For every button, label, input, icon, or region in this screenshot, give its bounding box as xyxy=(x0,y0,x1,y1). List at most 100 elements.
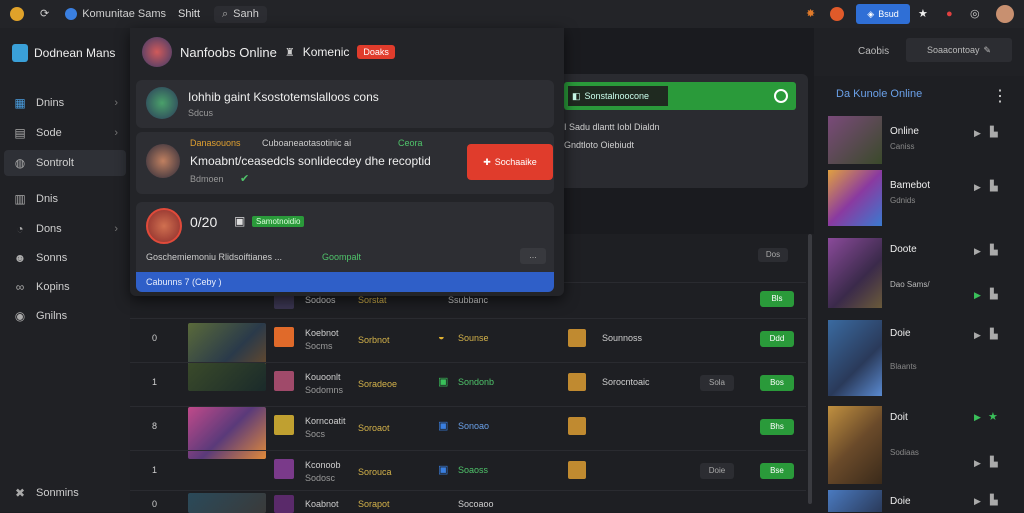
compass-icon: ◔ xyxy=(16,222,24,236)
notification-item[interactable]: 0/20 ▣ Samotnoidio Goschemiemoniu Rlidso… xyxy=(136,202,554,292)
game-icon xyxy=(274,459,294,479)
row-badge: Sounse xyxy=(458,333,489,343)
row-name: Koebnot xyxy=(305,328,339,338)
sidebar-item-kopins[interactable]: ∞ Kopins xyxy=(4,274,126,300)
notification-bar[interactable]: Cabunns 7 (Ceby ) xyxy=(136,272,554,292)
game-thumbnail xyxy=(828,320,882,396)
row-badge: Sondonb xyxy=(458,377,495,387)
sidebar-item-dnis[interactable]: ▥ Dnis xyxy=(4,186,126,212)
play-icon[interactable]: ▶ xyxy=(974,330,981,341)
scrollbar[interactable] xyxy=(808,234,812,504)
row-secondary-button[interactable]: Sola xyxy=(700,375,734,391)
row-index: 8 xyxy=(152,421,158,431)
app-tab[interactable]: Komunitae Sams xyxy=(65,8,166,20)
avatar[interactable] xyxy=(142,37,172,67)
notification-title: Iohhib gaint Ksostotemslalloos cons xyxy=(188,90,379,104)
list-item[interactable]: Doie Blaants ▶ ▙ xyxy=(814,320,1024,398)
play-icon[interactable]: ▶ xyxy=(974,128,981,139)
notification-item[interactable]: Iohhib gaint Ksostotemslalloos cons Sdcu… xyxy=(136,80,554,128)
row-char: Sorocntoaic xyxy=(602,377,650,387)
list-item[interactable]: Doit Sodiaas ▶ ★ ▶ ▙ xyxy=(814,404,1024,484)
bag-icon[interactable]: ▙ xyxy=(990,495,998,506)
notification-meta3: Ceora xyxy=(398,138,423,148)
puzzle-icon[interactable]: ✸ xyxy=(806,6,815,22)
primary-action-button[interactable]: ◈ Bsud xyxy=(856,4,910,24)
panel-header-right[interactable]: Soaacontoay ✎ xyxy=(906,38,1012,62)
star-icon[interactable]: ★ xyxy=(988,410,998,423)
row-action-button[interactable]: Bhs xyxy=(760,419,794,435)
panel-header-left[interactable]: Caobis xyxy=(858,46,889,57)
sidebar-item-sontrolt[interactable]: ◍ Sontrolt xyxy=(4,150,126,176)
game-thumbnail xyxy=(828,490,882,512)
sidebar-item-gnilns[interactable]: ◉ Gnilns xyxy=(4,303,126,329)
trophy-icon: ♜ xyxy=(284,46,295,59)
gift-icon: ▣ xyxy=(234,214,246,228)
avatar[interactable] xyxy=(996,5,1014,23)
char-icon xyxy=(568,417,586,435)
tab-label[interactable]: Shitt xyxy=(178,8,200,20)
more-button[interactable]: ... xyxy=(520,248,546,264)
notification-text-green: Goompalt xyxy=(322,252,362,262)
refresh-icon[interactable]: ⟳ xyxy=(40,6,49,22)
notification-action-button[interactable]: ✚ Sochaaike xyxy=(467,144,553,180)
search-box[interactable]: ⌕ Sanh xyxy=(214,5,267,23)
play-icon[interactable]: ▶ xyxy=(974,496,981,507)
row-action-button[interactable]: Bls xyxy=(760,291,794,307)
list-item[interactable]: Doote Dao Sams/ ▶ ▙ ▶ ▙ xyxy=(814,236,1024,310)
notification-item[interactable]: Danasouons Cuboaneaotasotinic ai Ceora K… xyxy=(136,132,554,194)
play-icon[interactable]: ▶ xyxy=(974,412,981,423)
star-icon[interactable]: ★ xyxy=(918,6,928,22)
play-icon[interactable]: ▶ xyxy=(974,182,981,193)
sidebar-item-dons[interactable]: ◔ Dons › xyxy=(4,216,126,242)
sidebar-item-dnins[interactable]: ▦ Dnins › xyxy=(4,90,126,116)
row-name: Koabnot xyxy=(305,499,339,509)
notification-icon[interactable] xyxy=(830,7,844,21)
row-secondary-button[interactable]: Doie xyxy=(700,463,734,479)
header-pill[interactable]: Dos xyxy=(758,248,788,262)
list-item[interactable]: Doie ▶ ▙ xyxy=(814,488,1024,512)
table-row[interactable]: 0 Koebnot Socms Sorbnot ◒ Sounse Sounnos… xyxy=(130,318,806,371)
game-icon xyxy=(274,327,294,347)
toggle-icon[interactable] xyxy=(774,89,788,103)
char-icon xyxy=(568,329,586,347)
game-thumbnail xyxy=(828,406,882,484)
overlay-badge[interactable]: Doaks xyxy=(357,45,395,59)
progress-bar[interactable]: ◧ Sonstalnoocone xyxy=(564,82,796,110)
app-title: Komunitae Sams xyxy=(82,8,166,20)
table-row[interactable]: 0 Koabnot Sorapot Socoaoo xyxy=(130,490,806,513)
bag-icon[interactable]: ▙ xyxy=(990,127,998,138)
row-badge: Sonoao xyxy=(458,421,490,431)
bag-icon[interactable]: ▙ xyxy=(990,289,998,300)
sidebar-item-sonns[interactable]: ☻ Sonns xyxy=(4,245,126,271)
table-row[interactable]: 1 Kconoob Sodosc Sorouca ▣ Soaoss Doie B… xyxy=(130,450,806,491)
list-item-title: Online xyxy=(890,126,919,137)
row-action-button[interactable]: Bse xyxy=(760,463,794,479)
list-item[interactable]: Online Caniss ▶ ▙ xyxy=(814,114,1024,168)
row-char: Sounnoss xyxy=(602,333,643,343)
coin-icon: ◒ xyxy=(438,331,445,343)
bag-icon[interactable]: ▙ xyxy=(990,457,998,468)
row-sub: Socms xyxy=(305,341,333,351)
right-panel: Caobis Soaacontoay ✎ Da Kunole Online ⋮ O… xyxy=(814,28,1024,512)
row-name: Kconoob xyxy=(305,460,341,470)
table-row[interactable]: 8 Korncoatit Socs Soroaot ▣ Sonoao Bhs xyxy=(130,406,806,459)
game-icon xyxy=(274,371,294,391)
row-action-button[interactable]: Bos xyxy=(760,375,794,391)
play-icon[interactable]: ▶ xyxy=(974,246,981,257)
sidebar-footer[interactable]: ✖ Sonmins xyxy=(4,480,126,506)
sidebar-item-sode[interactable]: ▤ Sode › xyxy=(4,120,126,146)
play-icon[interactable]: ▶ xyxy=(974,458,981,469)
more-vert-icon[interactable]: ⋮ xyxy=(992,86,1008,106)
bag-icon[interactable]: ▙ xyxy=(990,329,998,340)
row-action-button[interactable]: Ddd xyxy=(760,331,794,347)
bag-icon[interactable]: ▙ xyxy=(990,181,998,192)
coin-icon: ▣ xyxy=(438,376,449,388)
bag-icon[interactable]: ▙ xyxy=(990,245,998,256)
settings-icon[interactable]: ◎ xyxy=(970,6,980,22)
list-item[interactable]: Bamebot Gdnids ▶ ▙ xyxy=(814,170,1024,228)
alert-icon[interactable]: ● xyxy=(946,6,953,22)
table-row[interactable]: 1 Kouoonlt Sodomns Soradeoe ▣ Sondonb So… xyxy=(130,362,806,407)
notification-avatar xyxy=(146,144,180,178)
play-icon[interactable]: ▶ xyxy=(974,290,981,301)
check-icon: ✔ xyxy=(240,173,250,185)
